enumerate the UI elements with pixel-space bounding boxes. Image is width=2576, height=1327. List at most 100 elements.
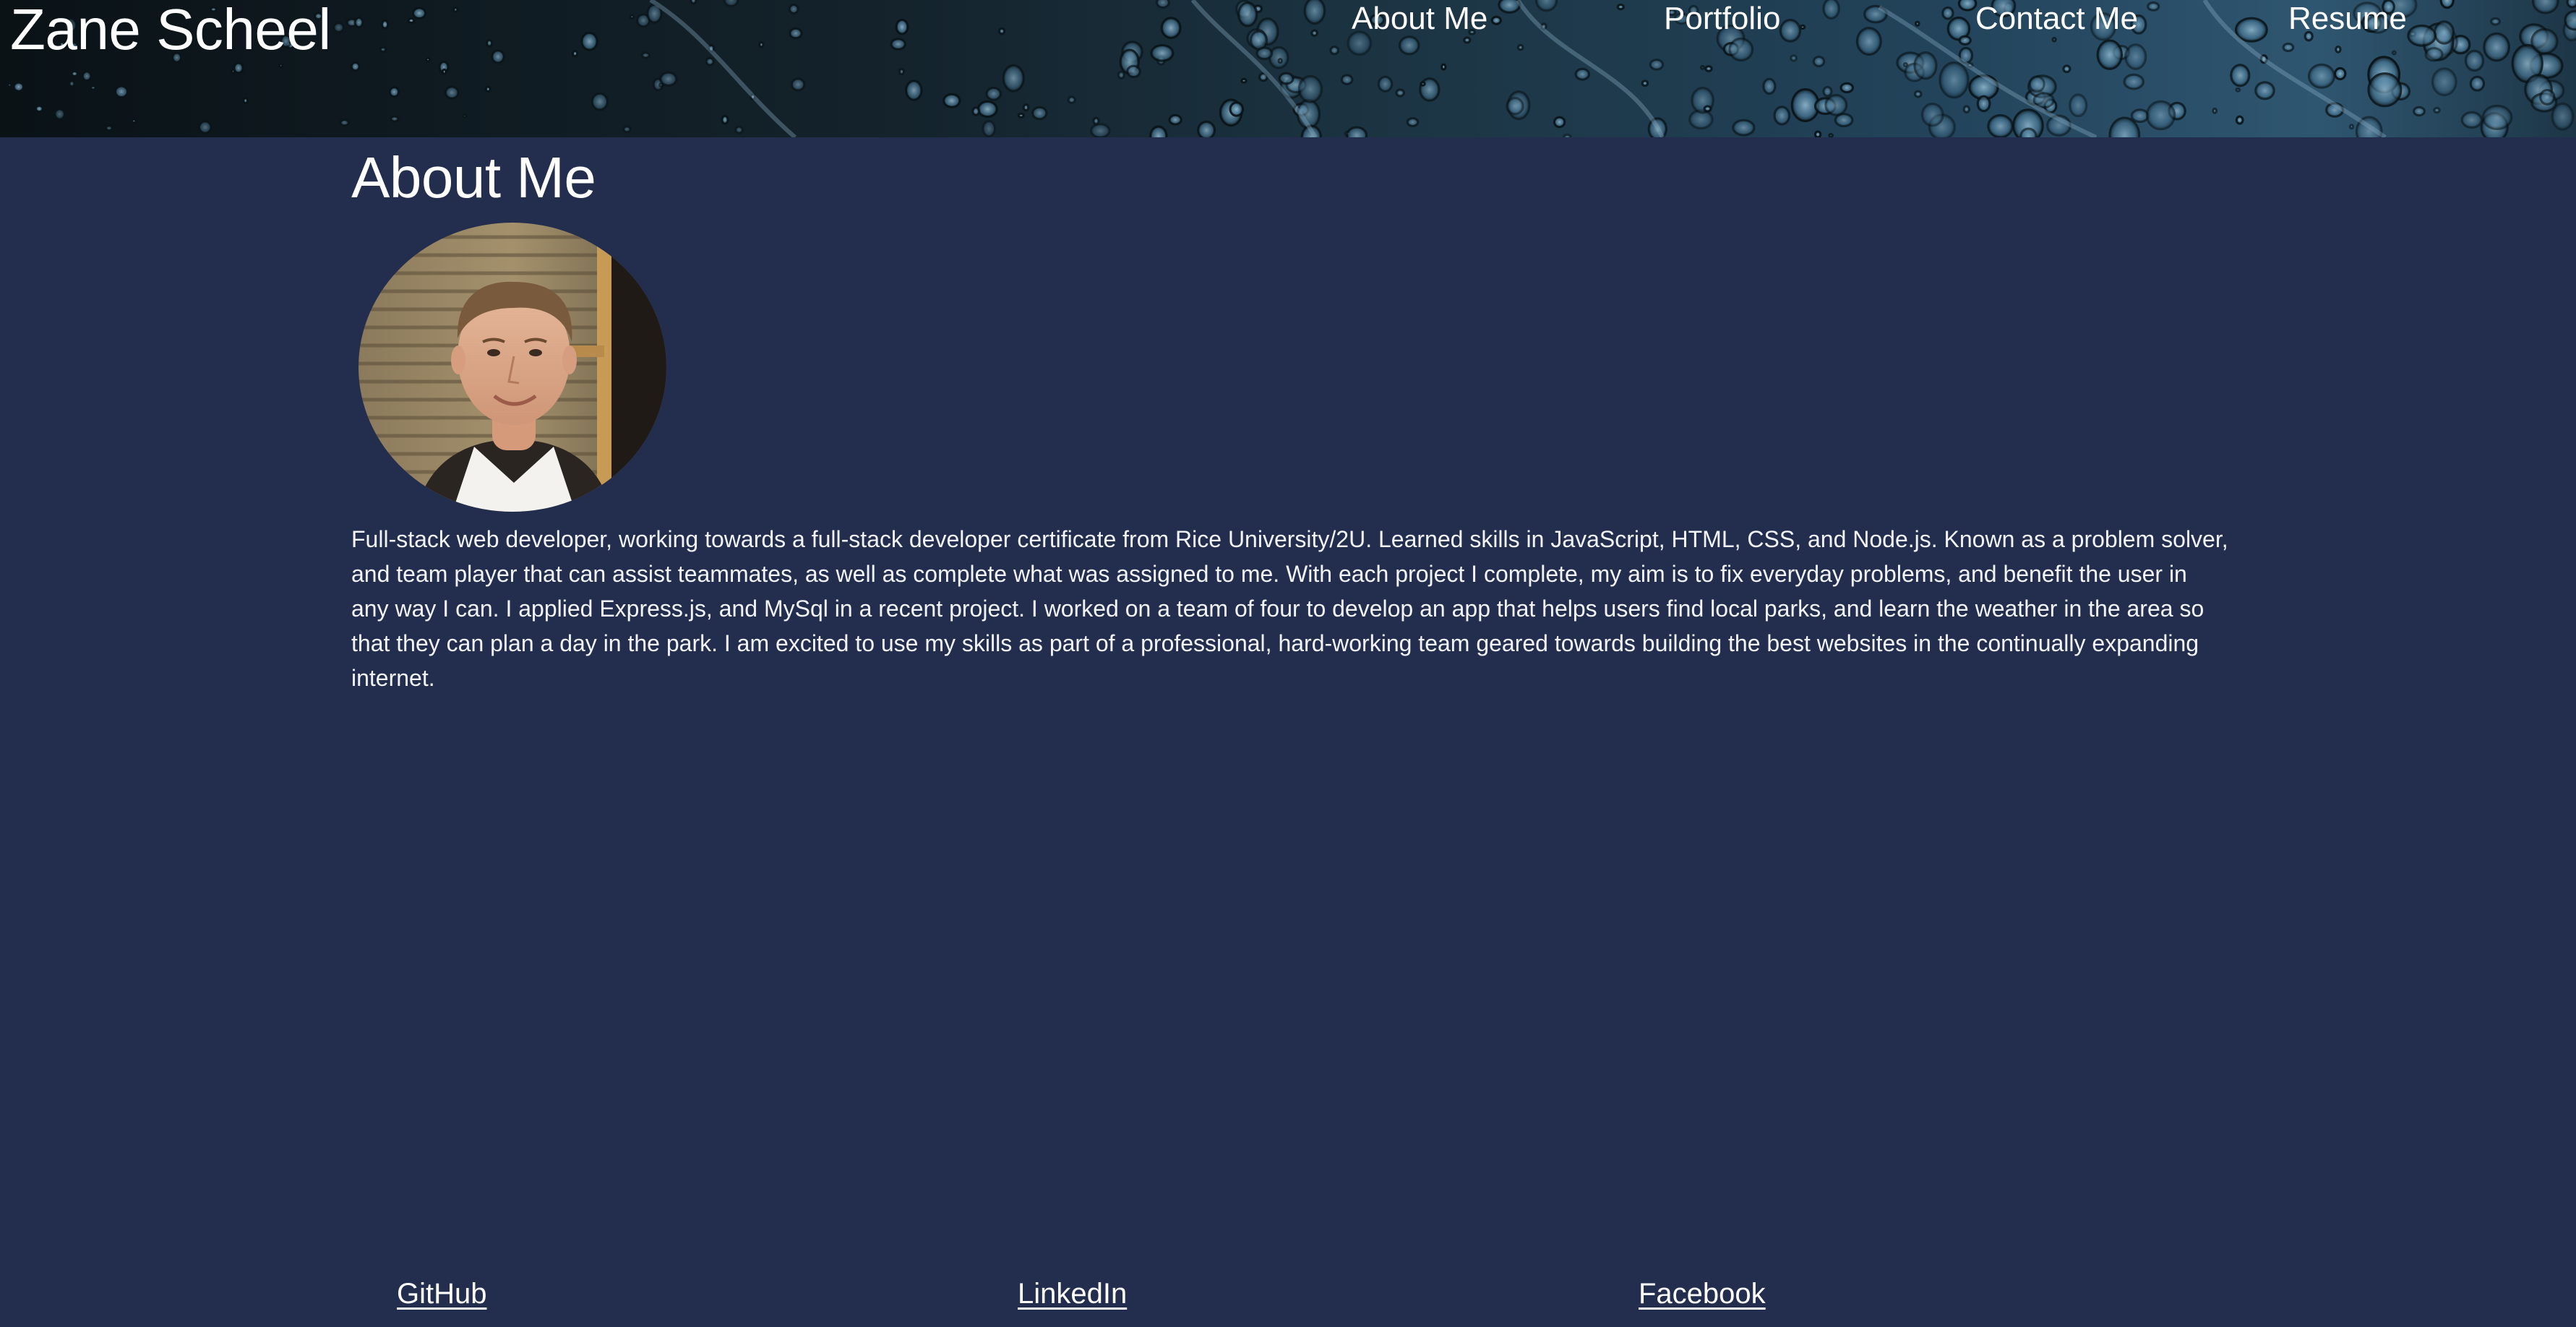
texture-cell: [1939, 61, 1970, 99]
texture-cell: [705, 56, 715, 66]
texture-cell: [1957, 0, 1978, 12]
texture-cell: [1773, 106, 1791, 126]
texture-cell: [407, 17, 416, 25]
texture-cell: [2307, 63, 2336, 89]
texture-cell: [1278, 72, 1295, 85]
site-title[interactable]: Zane Scheel: [10, 0, 331, 62]
texture-cell: [1155, 0, 1170, 9]
texture-cell: [1441, 63, 1447, 71]
texture-cell: [1732, 119, 1756, 137]
texture-cell: [1506, 97, 1524, 116]
texture-cell: [2028, 75, 2045, 93]
texture-cell: [640, 51, 651, 59]
texture-cell: [441, 68, 447, 75]
footer-link-github[interactable]: GitHub: [397, 1276, 487, 1312]
texture-cell: [1168, 113, 1182, 126]
texture-cell: [1574, 67, 1591, 81]
texture-cell: [2147, 1, 2160, 12]
footer-link-linkedin[interactable]: LinkedIn: [1018, 1276, 1127, 1312]
texture-cell: [571, 49, 579, 58]
nav-contact-me[interactable]: Contact Me: [1975, 0, 2138, 38]
texture-cell: [113, 85, 129, 99]
texture-cell: [1490, 15, 1502, 25]
texture-cell: [12, 81, 25, 93]
texture-cell: [788, 3, 799, 15]
texture-cell: [70, 70, 79, 77]
texture-cell: [278, 62, 284, 69]
texture-cell: [2123, 73, 2144, 90]
texture-cell: [690, 0, 697, 5]
texture-cell: [1398, 35, 1420, 56]
texture-cell: [452, 6, 459, 13]
texture-cell: [2407, 24, 2437, 47]
texture-cell: [2564, 9, 2576, 31]
texture-cell: [233, 61, 244, 74]
texture-cell: [1463, 36, 1472, 44]
texture-cell: [2096, 39, 2124, 70]
texture-cell: [895, 18, 909, 35]
texture-cell: [7, 82, 13, 88]
texture-cell: [1268, 46, 1289, 69]
texture-cell: [1002, 64, 1025, 93]
texture-cell: [943, 93, 961, 108]
texture-cell: [789, 27, 803, 40]
texture-cell: [1941, 6, 1954, 20]
texture-cell: [53, 108, 66, 121]
footer-link-facebook[interactable]: Facebook: [1639, 1276, 1766, 1312]
texture-cell: [2433, 106, 2441, 114]
texture-cell: [1987, 113, 2014, 137]
texture-cell: [1553, 116, 1566, 129]
fluid-art-background: [0, 0, 2576, 137]
texture-cell: [1913, 90, 1923, 98]
texture-cell: [390, 115, 400, 123]
texture-cell: [1779, 19, 1802, 43]
texture-cell: [734, 125, 744, 134]
texture-cell: [721, 114, 729, 125]
texture-cell: [2348, 124, 2355, 130]
texture-cell: [1089, 123, 1111, 137]
nav-resume[interactable]: Resume: [2288, 0, 2407, 38]
texture-cell: [1704, 65, 1713, 72]
texture-cell: [1420, 81, 1426, 87]
texture-cell: [339, 119, 351, 127]
texture-cell: [1976, 95, 1991, 113]
nav-portfolio[interactable]: Portfolio: [1664, 0, 1780, 38]
texture-cell: [1117, 70, 1126, 80]
texture-cell: [2391, 50, 2397, 56]
texture-cell: [1395, 88, 1406, 98]
texture-cell: [1822, 0, 1840, 20]
texture-cell: [1913, 51, 1938, 80]
texture-cell: [971, 106, 981, 116]
texture-cell: [1229, 101, 1245, 117]
texture-cell: [985, 86, 1003, 101]
texture-cell: [411, 7, 427, 20]
texture-cell: [905, 80, 923, 101]
texture-cell: [2334, 66, 2347, 81]
texture-cell: [580, 31, 598, 51]
texture-cell: [1150, 44, 1175, 62]
texture-cell: [388, 86, 400, 98]
texture-cell: [2235, 17, 2268, 43]
bio-paragraph: Full-stack web developer, working toward…: [351, 526, 2228, 691]
texture-cell: [1641, 80, 1649, 87]
section-heading: About Me: [351, 145, 596, 210]
nav-about-me[interactable]: About Me: [1352, 0, 1487, 38]
texture-cell: [425, 56, 432, 63]
texture-cell: [1824, 94, 1848, 116]
texture-cell: [197, 120, 212, 134]
texture-cell: [1822, 85, 1833, 98]
texture-cell: [758, 40, 765, 48]
texture-cell: [1958, 35, 1972, 46]
texture-cell: [2124, 43, 2147, 70]
texture-cell: [2464, 49, 2485, 72]
texture-cell: [1915, 20, 1920, 27]
texture-cell: [2460, 111, 2483, 129]
texture-cell: [2483, 32, 2511, 62]
texture-cell: [1406, 117, 1420, 127]
texture-cell: [659, 71, 678, 87]
texture-cell: [68, 80, 76, 88]
texture-cell: [2212, 107, 2218, 114]
texture-cell: [2254, 81, 2275, 100]
texture-cell: [379, 46, 387, 53]
texture-cell: [1031, 106, 1048, 121]
